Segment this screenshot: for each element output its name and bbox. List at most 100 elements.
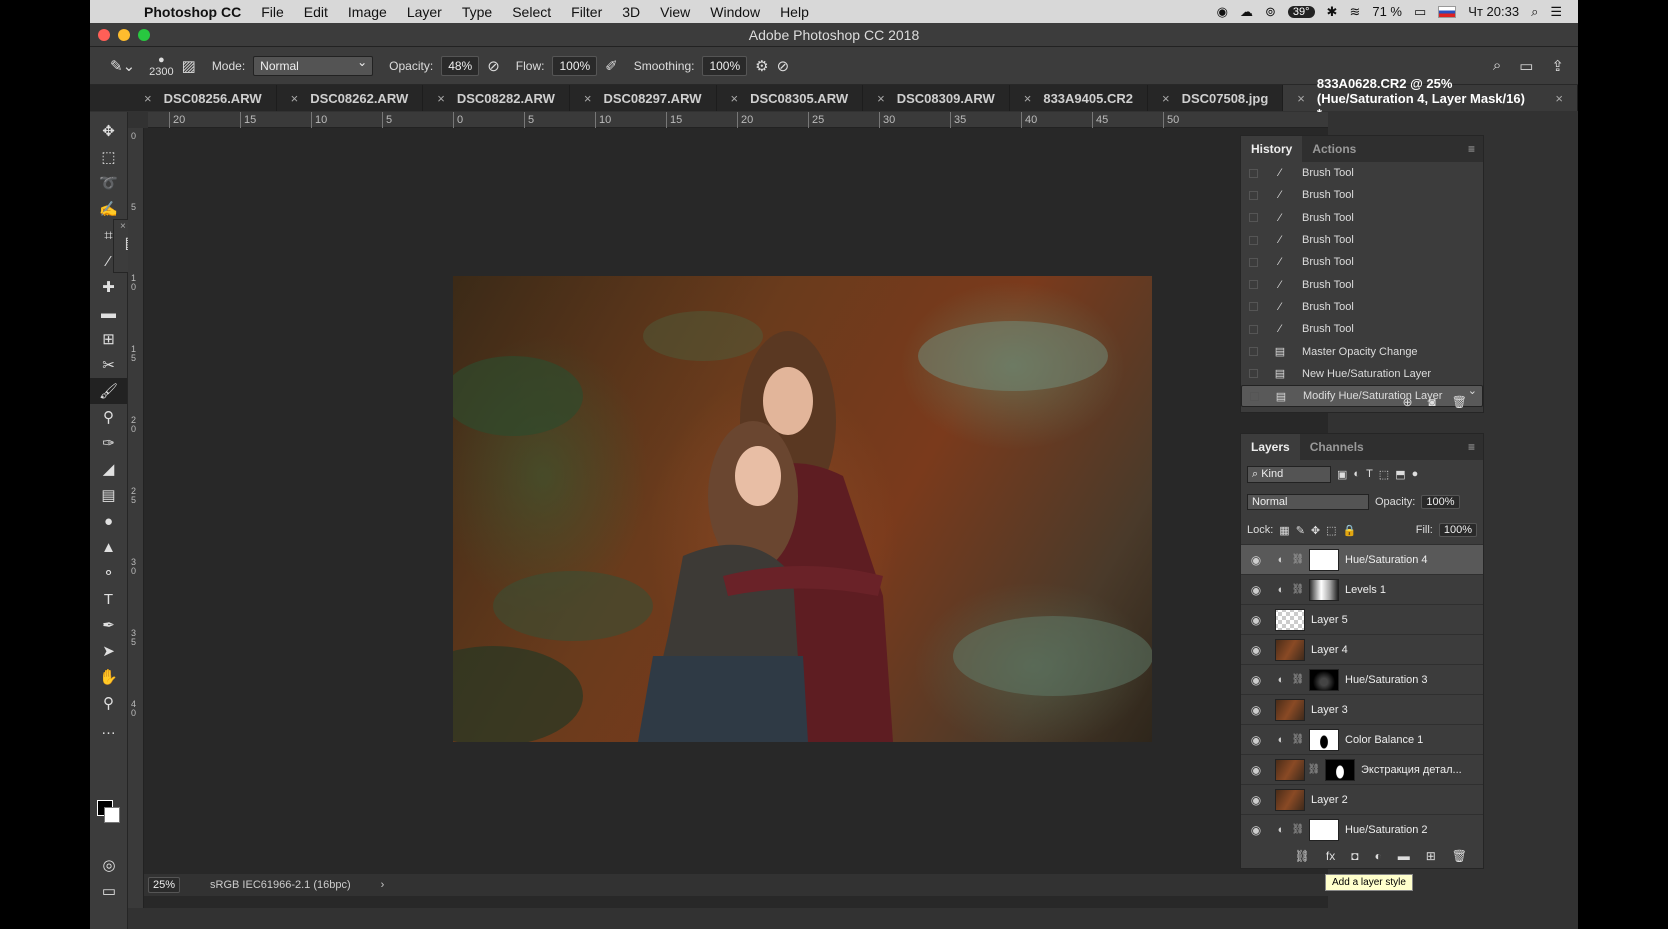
visibility-eye-icon[interactable]: ◉	[1241, 613, 1271, 627]
panel-menu-icon[interactable]: ≡	[1468, 142, 1483, 156]
close-tab-icon[interactable]: ×	[1024, 91, 1032, 106]
visibility-eye-icon[interactable]: ◉	[1241, 583, 1271, 597]
menu-select[interactable]: Select	[502, 4, 561, 20]
filter-adjustment-icon[interactable]: ◐	[1353, 468, 1360, 480]
healing-brush-tool-icon[interactable]: ✚	[90, 274, 127, 300]
app-menu[interactable]: Photoshop CC	[126, 4, 251, 20]
layer-name[interactable]: Экстракция детал...	[1361, 764, 1462, 776]
close-tab-icon[interactable]: ×	[1555, 91, 1563, 106]
history-item[interactable]: ⁄ Brush Tool	[1241, 162, 1483, 184]
lasso-tool-icon[interactable]: ➰	[90, 170, 127, 196]
battery-icon[interactable]: ▭	[1414, 4, 1426, 20]
layer-thumbnail[interactable]	[1275, 758, 1305, 781]
layer-mask-thumbnail[interactable]	[1309, 818, 1339, 841]
layer-thumbnail[interactable]	[1275, 638, 1305, 661]
layer-mask-thumbnail[interactable]	[1309, 548, 1339, 571]
dodge-tool-icon[interactable]: ⚬	[90, 560, 127, 586]
layer-row[interactable]: ◉ Layer 5	[1241, 604, 1483, 634]
visibility-eye-icon[interactable]: ◉	[1241, 793, 1271, 807]
creative-cloud-icon[interactable]: ☁	[1240, 4, 1253, 20]
fill-field[interactable]: 100%	[1438, 523, 1477, 537]
clock[interactable]: Чт 20:33	[1468, 4, 1519, 19]
minimize-window-button[interactable]	[118, 29, 130, 41]
brush-preset-picker[interactable]: ● 2300	[149, 54, 173, 78]
tab-document[interactable]: × DSC08262.ARW	[277, 85, 424, 111]
layer-thumbnail[interactable]	[1275, 698, 1305, 721]
link-layers-icon[interactable]: ⛓	[1295, 849, 1310, 863]
tab-document[interactable]: × 833A9405.CR2	[1010, 85, 1148, 111]
bluetooth-icon[interactable]: ✱	[1327, 4, 1338, 20]
create-snapshot-icon[interactable]: ◙	[1429, 395, 1436, 409]
pressure-opacity-icon[interactable]: ⊘	[487, 57, 500, 75]
share-icon[interactable]: ⇪	[1551, 57, 1564, 75]
add-layer-style-icon[interactable]: fx	[1326, 849, 1335, 863]
visibility-eye-icon[interactable]: ◉	[1241, 553, 1271, 567]
wifi-icon[interactable]: ≋	[1349, 4, 1360, 20]
history-item[interactable]: ▤ Master Opacity Change	[1241, 340, 1483, 362]
menu-edit[interactable]: Edit	[294, 4, 338, 20]
tab-document-active[interactable]: × 833A0628.CR2 @ 25% (Hue/Saturation 4, L…	[1283, 76, 1578, 121]
layer-name[interactable]: Color Balance 1	[1345, 734, 1423, 746]
layer-row[interactable]: ◉ Layer 4	[1241, 634, 1483, 664]
tab-history[interactable]: History	[1241, 136, 1303, 162]
path-selection-tool-icon[interactable]: ➤	[90, 638, 127, 664]
history-item[interactable]: ⁄ Brush Tool	[1241, 318, 1483, 340]
brush-tool-preset-icon[interactable]: ✎⌄	[110, 57, 135, 75]
tab-document[interactable]: × DSC08305.ARW	[717, 85, 864, 111]
layer-name[interactable]: Levels 1	[1345, 584, 1386, 596]
history-item[interactable]: ⁄ Brush Tool	[1241, 207, 1483, 229]
smoothing-settings-gear-icon[interactable]: ⚙	[755, 57, 768, 75]
tab-document[interactable]: × DSC08256.ARW	[130, 85, 277, 111]
tab-document[interactable]: × DSC07508.jpg	[1148, 85, 1284, 111]
history-item[interactable]: ⁄ Brush Tool	[1241, 229, 1483, 251]
layer-name[interactable]: Hue/Saturation 3	[1345, 674, 1428, 686]
lock-all-icon[interactable]: 🔒	[1343, 524, 1357, 537]
history-item[interactable]: ⁄ Brush Tool	[1241, 296, 1483, 318]
filter-kind-select[interactable]: ⌕ Kind	[1247, 465, 1331, 483]
document-profile[interactable]: sRGB IEC61966-2.1 (16bpc)	[210, 879, 351, 891]
layer-row[interactable]: ◉ ◐ ⛓ Color Balance 1	[1241, 724, 1483, 754]
tab-document[interactable]: × DSC08282.ARW	[423, 85, 570, 111]
history-source-checkbox[interactable]	[1249, 257, 1258, 267]
tab-actions[interactable]: Actions	[1302, 136, 1366, 162]
quick-mask-icon[interactable]: ◎	[90, 852, 128, 878]
new-group-icon[interactable]: ▬	[1398, 849, 1410, 863]
close-tab-icon[interactable]: ×	[1162, 91, 1170, 106]
menu-layer[interactable]: Layer	[397, 4, 452, 20]
mask-link-icon[interactable]: ⛓	[1291, 674, 1305, 685]
mask-link-icon[interactable]: ⛓	[1291, 734, 1305, 745]
move-tool-icon[interactable]: ✥	[90, 118, 127, 144]
history-source-checkbox[interactable]	[1249, 213, 1258, 223]
menu-3d[interactable]: 3D	[612, 4, 650, 20]
sync-icon[interactable]: ⊚	[1265, 4, 1276, 20]
history-source-checkbox[interactable]	[1249, 302, 1258, 312]
history-item[interactable]: ▤ New Hue/Saturation Layer	[1241, 363, 1483, 385]
brush-settings-icon[interactable]: ▨	[182, 57, 196, 75]
filter-smart-object-icon[interactable]: ⬒	[1395, 468, 1405, 481]
history-item[interactable]: ⁄ Brush Tool	[1241, 184, 1483, 206]
close-tab-icon[interactable]: ×	[144, 91, 152, 106]
layer-name[interactable]: Layer 3	[1311, 704, 1348, 716]
zoom-window-button[interactable]	[138, 29, 150, 41]
notification-center-icon[interactable]: ☰	[1550, 4, 1562, 20]
layer-mask-thumbnail[interactable]	[1325, 758, 1355, 781]
layer-name[interactable]: Hue/Saturation 2	[1345, 824, 1428, 836]
layer-row[interactable]: ◉ ◐ ⛓ Hue/Saturation 3	[1241, 664, 1483, 694]
document-image[interactable]	[453, 276, 1152, 742]
lock-pixels-icon[interactable]: ✎	[1296, 524, 1305, 537]
lock-transparent-icon[interactable]: ▦	[1279, 524, 1289, 537]
pressure-size-icon[interactable]: ⊘	[777, 57, 790, 75]
mask-link-icon[interactable]: ⛓	[1291, 824, 1305, 835]
layer-row[interactable]: ◉ ◐ ⛓ Hue/Saturation 4	[1241, 544, 1483, 574]
tab-document[interactable]: × DSC08309.ARW	[863, 85, 1010, 111]
brush-tool-icon[interactable]: 🖌	[90, 378, 127, 404]
layer-name[interactable]: Layer 4	[1311, 644, 1348, 656]
record-icon[interactable]: ◉	[1217, 4, 1228, 20]
layer-thumbnail[interactable]	[1275, 788, 1305, 811]
clone-stamp-tool-icon[interactable]: ⚲	[90, 404, 127, 430]
more-tools-icon[interactable]: …	[90, 716, 127, 742]
history-source-checkbox[interactable]	[1249, 235, 1258, 245]
sharpen-tool-icon[interactable]: ▲	[90, 534, 127, 560]
blend-mode-select[interactable]: Normal	[1247, 494, 1369, 510]
new-layer-icon[interactable]: ⊞	[1426, 849, 1436, 863]
